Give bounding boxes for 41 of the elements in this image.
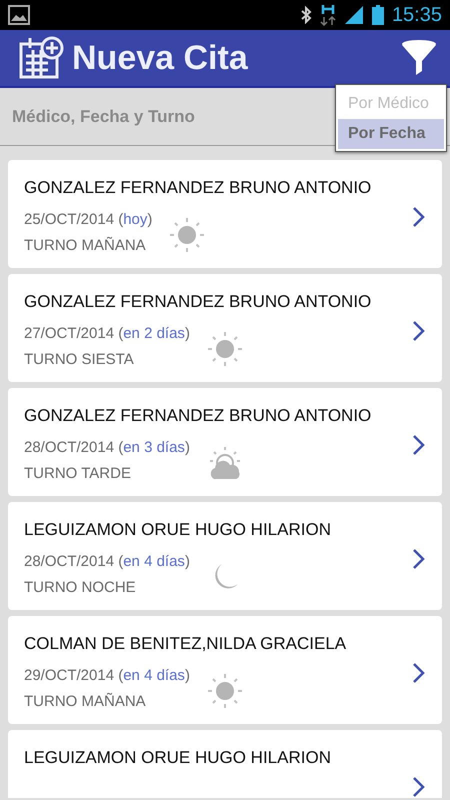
- appointment-date: 25/OCT/2014 (hoy): [24, 210, 152, 230]
- chevron-right-icon: [412, 776, 426, 798]
- chevron-right-icon: [412, 320, 426, 342]
- appointment-card[interactable]: GONZALEZ FERNANDEZ BRUNO ANTONIO 27/OCT/2014 (en 2 días) TURNO SIESTA: [8, 274, 442, 382]
- signal-icon: [344, 5, 364, 25]
- screen-title: Nueva Cita: [72, 38, 248, 78]
- appointment-card[interactable]: GONZALEZ FERNANDEZ BRUNO ANTONIO 25/OCT/2014 (hoy) TURNO MAÑANA: [8, 160, 442, 268]
- appointment-card[interactable]: COLMAN DE BENITEZ,NILDA GRACIELA 29/OCT/2014 (en 4 días) TURNO MAÑANA: [8, 616, 442, 724]
- section-title: Médico, Fecha y Turno: [12, 106, 195, 128]
- doctor-name: LEGUIZAMON ORUE HUGO HILARION: [24, 519, 332, 541]
- shift-label: TURNO TARDE: [24, 464, 132, 484]
- shift-label: TURNO NOCHE: [24, 578, 137, 598]
- appointment-card[interactable]: LEGUIZAMON ORUE HUGO HILARION: [8, 730, 442, 798]
- filter-icon[interactable]: [400, 39, 438, 77]
- sun-icon: [206, 672, 244, 710]
- shift-label: TURNO SIESTA: [24, 350, 135, 370]
- appointment-card[interactable]: LEGUIZAMON ORUE HUGO HILARION 28/OCT/2014 (en 4 días) TURNO NOCHE: [8, 502, 442, 610]
- appointment-date: 27/OCT/2014 (en 2 días): [24, 324, 190, 344]
- doctor-name: LEGUIZAMON ORUE HUGO HILARION: [24, 747, 332, 769]
- appointment-card[interactable]: GONZALEZ FERNANDEZ BRUNO ANTONIO 28/OCT/2014 (en 3 días) TURNO TARDE: [8, 388, 442, 496]
- doctor-name: GONZALEZ FERNANDEZ BRUNO ANTONIO: [24, 177, 372, 199]
- appointment-date: 28/OCT/2014 (en 3 días): [24, 438, 190, 458]
- doctor-name: COLMAN DE BENITEZ,NILDA GRACIELA: [24, 633, 348, 655]
- picture-notification-icon: [8, 5, 30, 25]
- doctor-name: GONZALEZ FERNANDEZ BRUNO ANTONIO: [24, 291, 372, 313]
- sun-icon: [168, 216, 206, 254]
- calendar-add-icon: [18, 36, 64, 80]
- chevron-right-icon: [412, 548, 426, 570]
- battery-icon: [372, 5, 384, 25]
- appointment-date: 28/OCT/2014 (en 4 días): [24, 552, 190, 572]
- sun-icon: [206, 330, 244, 368]
- data-icon: [320, 4, 336, 26]
- doctor-name: GONZALEZ FERNANDEZ BRUNO ANTONIO: [24, 405, 372, 427]
- clock: 15:35: [392, 3, 442, 28]
- chevron-right-icon: [412, 434, 426, 456]
- bluetooth-icon: [300, 6, 312, 24]
- appointment-date: 29/OCT/2014 (en 4 días): [24, 666, 190, 686]
- shift-label: TURNO MAÑANA: [24, 692, 147, 712]
- chevron-right-icon: [412, 662, 426, 684]
- chevron-right-icon: [412, 206, 426, 228]
- shift-label: TURNO MAÑANA: [24, 236, 147, 256]
